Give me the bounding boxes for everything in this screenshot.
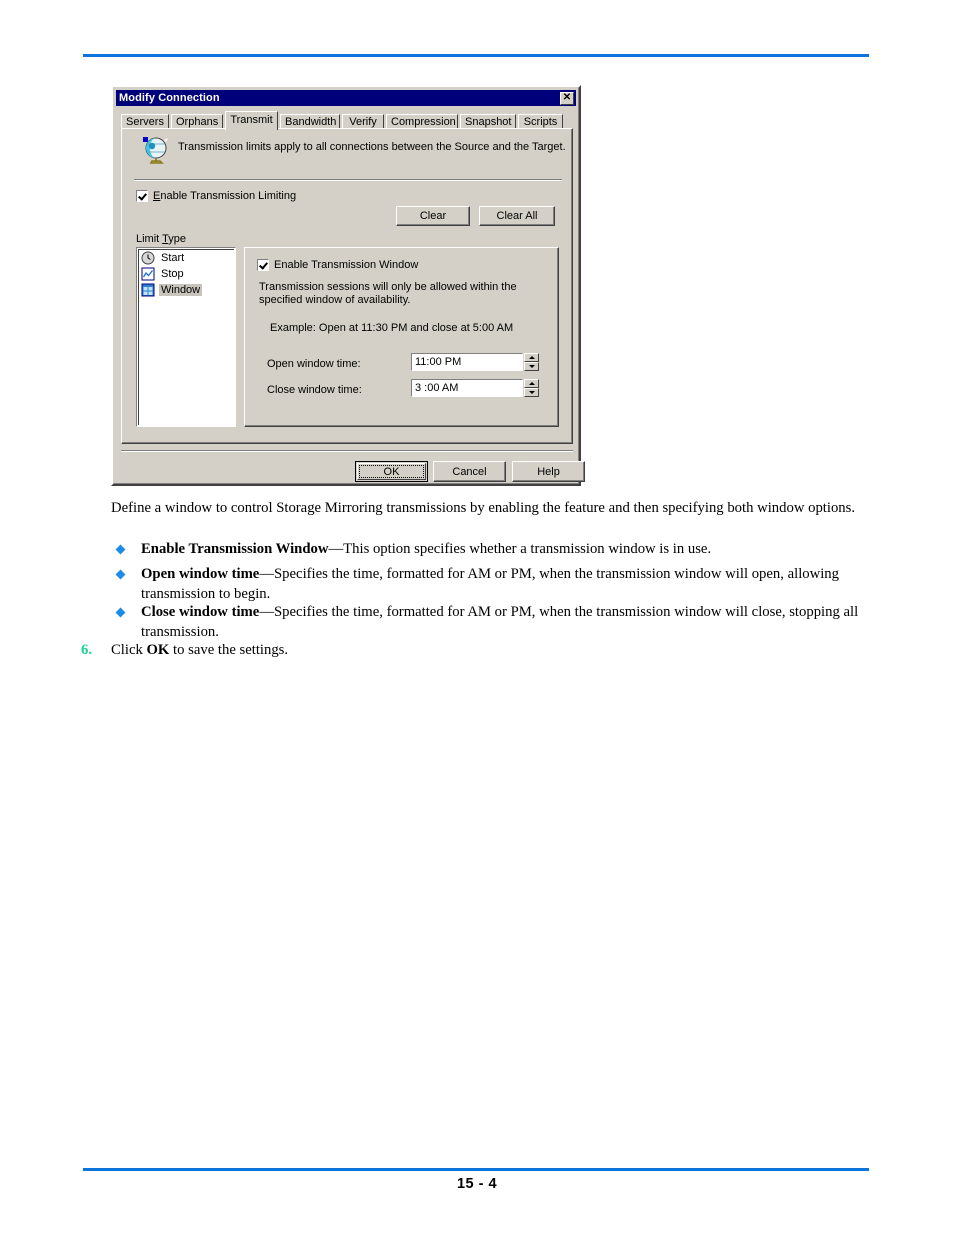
step-6: 6. Click OK to save the settings. xyxy=(81,641,871,659)
tab-servers[interactable]: Servers xyxy=(121,114,169,129)
clear-button-label: Clear xyxy=(419,209,447,222)
bullet-term: Close window time xyxy=(141,604,260,620)
clear-all-button-label: Clear All xyxy=(496,209,538,222)
open-window-time-increment-button[interactable] xyxy=(524,353,539,362)
bullet-term: Enable Transmission Window xyxy=(141,541,329,557)
enable-transmission-limiting-checkbox[interactable] xyxy=(136,190,148,202)
close-window-time-label: Close window time: xyxy=(267,384,362,396)
dialog-title: Modify Connection xyxy=(119,92,220,104)
dialog-titlebar: Modify Connection ✕ xyxy=(116,90,576,106)
close-window-time-increment-button[interactable] xyxy=(524,379,539,388)
intro-paragraph: Define a window to control Storage Mirro… xyxy=(111,500,856,516)
bullet-open-window-time: Open window time—Specifies the time, for… xyxy=(111,564,871,604)
header-rule xyxy=(83,54,869,57)
tab-transmit[interactable]: Transmit xyxy=(225,111,278,130)
separator-top xyxy=(134,179,562,181)
separator-bottom xyxy=(121,450,573,452)
clear-button[interactable]: Clear xyxy=(396,206,470,226)
tab-snapshot[interactable]: Snapshot xyxy=(460,114,516,129)
triangle-up-icon xyxy=(528,356,535,359)
transmit-tab-page: Transmission limits apply to all connect… xyxy=(121,128,573,444)
enable-transmission-limiting-label: Enable Transmission Limiting xyxy=(153,190,297,202)
triangle-down-icon xyxy=(528,391,535,394)
enable-transmission-limiting-row[interactable]: Enable Transmission Limiting xyxy=(136,190,296,202)
transmit-info-text: Transmission limits apply to all connect… xyxy=(178,141,566,153)
panel-bevel xyxy=(245,248,558,426)
window-description: Transmission sessions will only be allow… xyxy=(259,281,517,306)
list-item-start[interactable]: Start xyxy=(139,250,235,266)
bullet-text: —This option specifies whether a transmi… xyxy=(328,541,712,557)
enable-transmission-window-checkbox[interactable] xyxy=(257,259,269,271)
open-window-time-label: Open window time: xyxy=(267,358,361,370)
list-item-start-label: Start xyxy=(161,252,185,264)
transmission-window-panel: Enable Transmission Window Transmission … xyxy=(244,247,559,427)
open-window-time-input[interactable]: 11:00 PM xyxy=(411,353,523,371)
close-window-time-spinner[interactable]: 3 :00 AM xyxy=(411,379,541,397)
help-button-label: Help xyxy=(537,465,560,478)
close-window-time-decrement-button[interactable] xyxy=(524,388,539,397)
tab-orphans[interactable]: Orphans xyxy=(171,114,223,129)
open-window-time-decrement-button[interactable] xyxy=(524,362,539,371)
cancel-button[interactable]: Cancel xyxy=(433,461,506,482)
bullet-enable-transmission-window: Enable Transmission Window—This option s… xyxy=(111,539,871,559)
enable-transmission-window-label: Enable Transmission Window xyxy=(274,259,419,271)
close-icon[interactable]: ✕ xyxy=(560,91,574,105)
triangle-up-icon xyxy=(528,382,535,385)
triangle-down-icon xyxy=(528,365,535,368)
open-window-time-spinner[interactable]: 11:00 PM xyxy=(411,353,541,371)
globe-icon xyxy=(143,137,168,164)
list-item-window[interactable]: Window xyxy=(139,282,235,298)
ok-button[interactable]: OK xyxy=(355,461,428,482)
close-window-time-input[interactable]: 3 :00 AM xyxy=(411,379,523,397)
window-icon xyxy=(141,283,155,297)
tab-strip: Servers Orphans Transmit Bandwidth Verif… xyxy=(121,111,573,130)
list-item-stop-label: Stop xyxy=(161,268,184,280)
clock-icon xyxy=(141,251,155,265)
modify-connection-dialog: Modify Connection ✕ Servers Orphans Tran… xyxy=(111,85,585,486)
tab-bandwidth[interactable]: Bandwidth xyxy=(280,114,340,129)
list-item-stop[interactable]: Stop xyxy=(139,266,235,282)
tab-verify[interactable]: Verify xyxy=(342,114,384,129)
cancel-button-label: Cancel xyxy=(452,465,487,478)
help-button[interactable]: Help xyxy=(512,461,585,482)
ok-button-label: OK xyxy=(383,465,400,478)
limit-type-listbox[interactable]: Start Stop Window xyxy=(136,247,236,427)
diamond-bullet-icon xyxy=(115,607,126,618)
bullet-close-window-time: Close window time—Specifies the time, fo… xyxy=(111,602,871,642)
open-window-time-spin-buttons[interactable] xyxy=(524,353,539,371)
footer-rule xyxy=(83,1168,869,1171)
window-example: Example: Open at 11:30 PM and close at 5… xyxy=(270,322,514,334)
tab-compression[interactable]: Compression xyxy=(386,114,458,129)
diamond-bullet-icon xyxy=(115,569,126,580)
enable-transmission-window-row[interactable]: Enable Transmission Window xyxy=(257,259,418,271)
chart-icon xyxy=(141,267,155,281)
limit-type-label: Limit Type xyxy=(136,233,186,245)
tab-scripts[interactable]: Scripts xyxy=(518,114,563,129)
page-number: 15 - 4 xyxy=(456,1176,498,1192)
close-window-time-spin-buttons[interactable] xyxy=(524,379,539,397)
bullet-term: Open window time xyxy=(141,566,260,582)
step-text: Click OK to save the settings. xyxy=(111,642,289,658)
clear-all-button[interactable]: Clear All xyxy=(479,206,555,226)
diamond-bullet-icon xyxy=(115,544,126,555)
list-item-window-label: Window xyxy=(159,284,203,296)
step-number: 6. xyxy=(81,642,93,658)
